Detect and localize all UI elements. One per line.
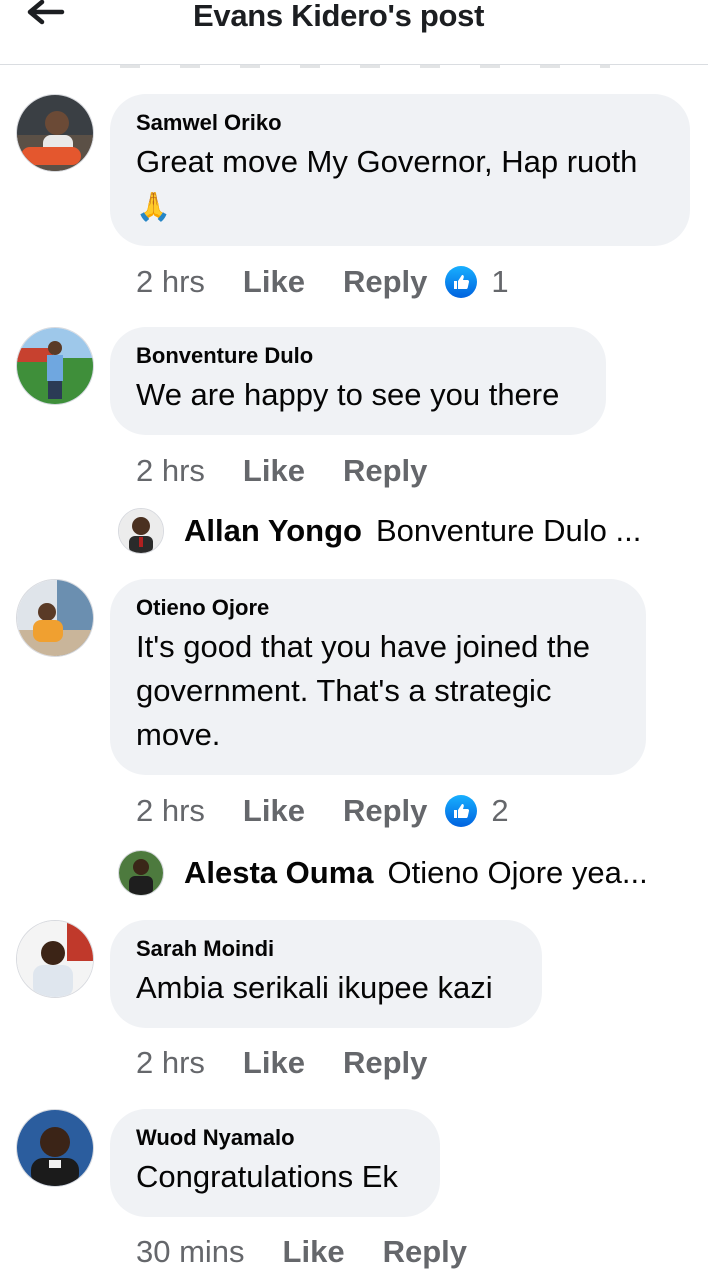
comment-text: Great move My Governor, Hap ruoth 🙏 [136, 144, 638, 222]
comment-text: We are happy to see you there [136, 377, 560, 412]
reply-author[interactable]: Alesta Ouma [184, 855, 374, 891]
comment-author[interactable]: Otieno Ojore [136, 595, 618, 621]
comment-text: It's good that you have joined the gover… [136, 629, 591, 752]
avatar[interactable] [16, 920, 94, 998]
comment-text: Ambia serikali ikupee kazi [136, 970, 493, 1005]
comment-actions: 2 hrs Like Reply 2 [136, 791, 509, 831]
reply-button[interactable]: Reply [343, 1045, 427, 1081]
avatar[interactable] [16, 579, 94, 657]
back-button[interactable] [26, 0, 66, 30]
avatar[interactable] [16, 327, 94, 405]
comment-bubble[interactable]: Samwel Oriko Great move My Governor, Hap… [110, 94, 690, 246]
reply-button[interactable]: Reply [343, 264, 427, 300]
comment-actions: 2 hrs Like Reply 1 [136, 262, 509, 302]
reply-button[interactable]: Reply [343, 453, 427, 489]
avatar[interactable] [118, 508, 164, 554]
reaction-count[interactable]: 2 [491, 793, 508, 829]
like-button[interactable]: Like [283, 1234, 345, 1270]
comment-actions: 2 hrs Like Reply [136, 451, 445, 491]
comment-time: 30 mins [136, 1234, 245, 1269]
like-button[interactable]: Like [243, 453, 305, 489]
comment-text: Congratulations Ek [136, 1159, 398, 1194]
avatar[interactable] [16, 94, 94, 172]
comment-bubble[interactable]: Sarah Moindi Ambia serikali ikupee kazi [110, 920, 542, 1028]
comment-author[interactable]: Sarah Moindi [136, 936, 514, 962]
comment-bubble[interactable]: Otieno Ojore It's good that you have joi… [110, 579, 646, 775]
reaction-count[interactable]: 1 [491, 264, 508, 300]
top-bar: Evans Kidero's post [0, 0, 708, 65]
comment-author[interactable]: Bonventure Dulo [136, 343, 578, 369]
like-button[interactable]: Like [243, 264, 305, 300]
comment-bubble[interactable]: Bonventure Dulo We are happy to see you … [110, 327, 606, 435]
reply-author[interactable]: Allan Yongo [184, 513, 362, 549]
like-button[interactable]: Like [243, 1045, 305, 1081]
comment-time: 2 hrs [136, 453, 205, 488]
comment-actions: 30 mins Like Reply [136, 1232, 485, 1272]
comment-time: 2 hrs [136, 264, 205, 299]
comment-bubble[interactable]: Wuod Nyamalo Congratulations Ek [110, 1109, 440, 1217]
reply-button[interactable]: Reply [383, 1234, 467, 1270]
praying-hands-emoji: 🙏 [136, 191, 171, 222]
comment-actions: 2 hrs Like Reply [136, 1043, 445, 1083]
reply-text: Bonventure Dulo ... [375, 513, 642, 548]
arrow-left-icon [27, 0, 65, 25]
reply-preview[interactable]: Alesta Ouma Otieno Ojore yea... [118, 850, 648, 896]
like-reaction-icon[interactable] [445, 795, 478, 827]
comment-author[interactable]: Wuod Nyamalo [136, 1125, 412, 1151]
comment-author[interactable]: Samwel Oriko [136, 110, 662, 136]
comment-time: 2 hrs [136, 1045, 205, 1080]
reply-text: Otieno Ojore yea... [387, 855, 648, 890]
like-reaction-icon[interactable] [445, 266, 478, 298]
reply-button[interactable]: Reply [343, 793, 427, 829]
page-title: Evans Kidero's post [193, 0, 485, 33]
reply-preview[interactable]: Allan Yongo Bonventure Dulo ... [118, 508, 641, 554]
comment-time: 2 hrs [136, 793, 205, 828]
avatar[interactable] [16, 1109, 94, 1187]
like-button[interactable]: Like [243, 793, 305, 829]
avatar[interactable] [118, 850, 164, 896]
